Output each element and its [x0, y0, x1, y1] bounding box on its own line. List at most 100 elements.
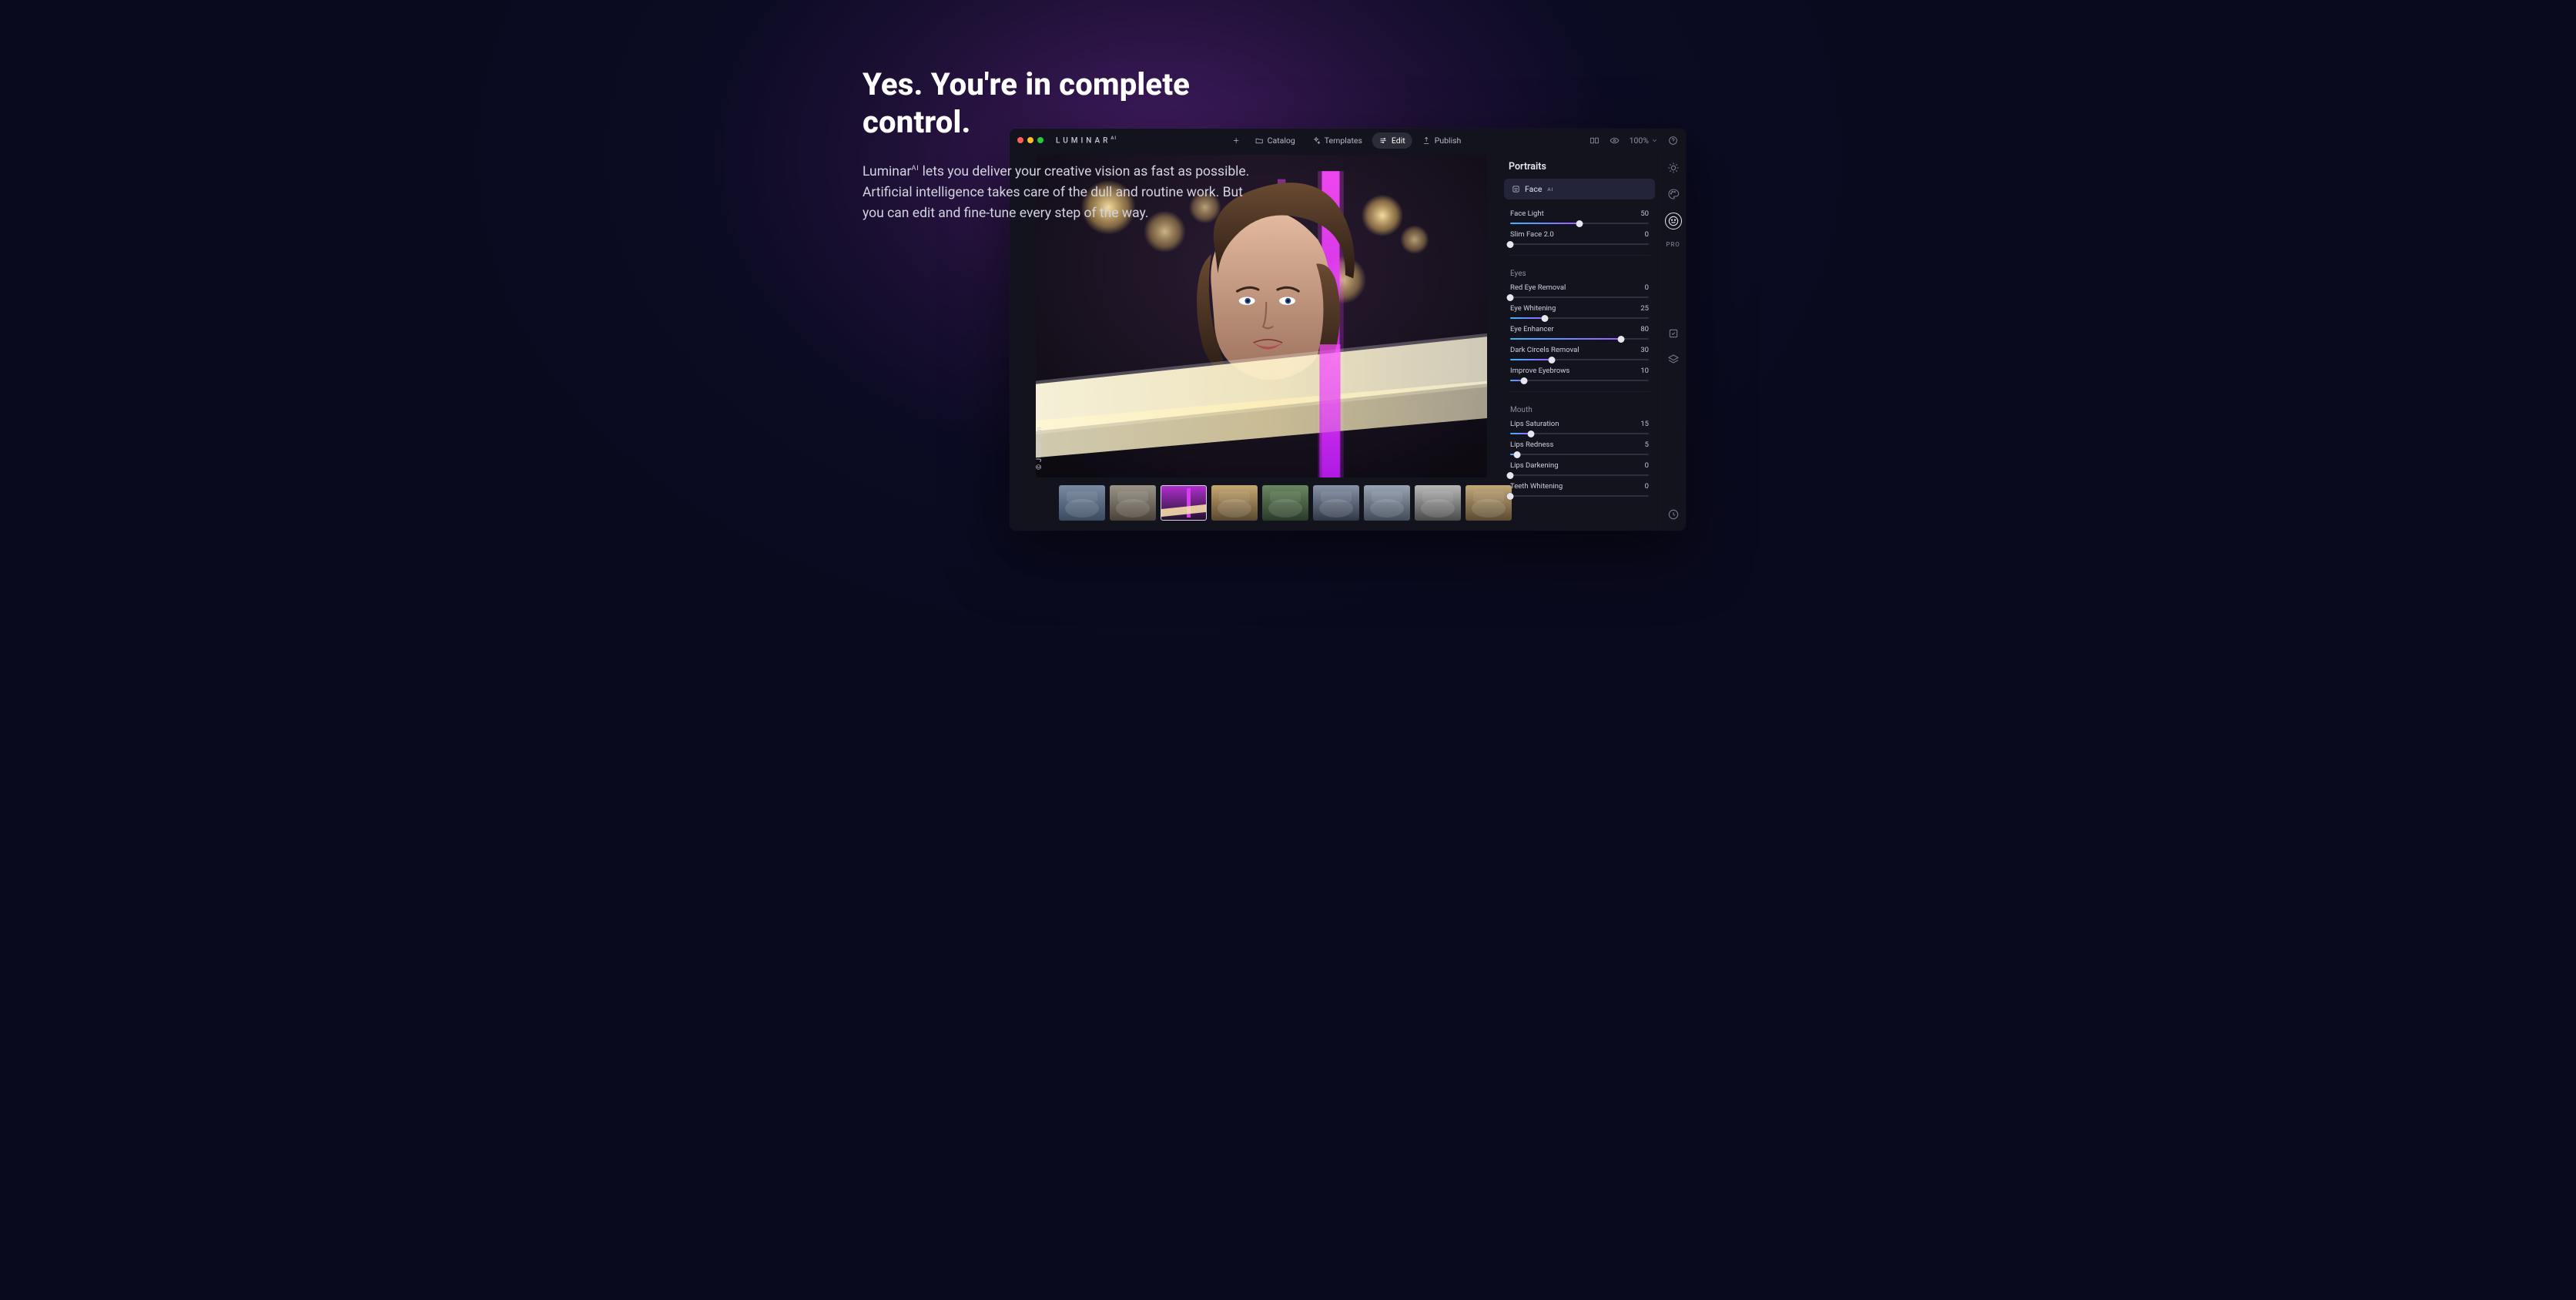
sliders-icon: [1379, 136, 1388, 145]
palette-icon: [1667, 188, 1680, 200]
panel-divider: [1509, 391, 1650, 392]
filmstrip-thumb[interactable]: [1262, 485, 1308, 521]
filmstrip-thumb[interactable]: [1110, 485, 1156, 521]
hero-text-block: Yes. You're in complete control. Luminar…: [863, 66, 1278, 224]
edit-panel: Portraits Face AI Face Light50Slim Face …: [1499, 152, 1660, 531]
slider-red-eye-removal[interactable]: Red Eye Removal0: [1507, 281, 1652, 302]
thumb-image: [1211, 485, 1258, 521]
thumb-image: [1059, 485, 1105, 521]
slider-label: Lips Darkening: [1510, 461, 1559, 470]
layers-icon: [1667, 353, 1680, 366]
rail-creative[interactable]: [1667, 187, 1680, 201]
slider-improve-eyebrows[interactable]: Improve Eyebrows10: [1507, 364, 1652, 385]
slider-label: Dark Circels Removal: [1510, 346, 1579, 354]
slider-track[interactable]: [1510, 219, 1649, 228]
filmstrip-thumb[interactable]: [1211, 485, 1258, 521]
mask-icon: [1667, 327, 1680, 340]
filmstrip-thumb[interactable]: [1466, 485, 1512, 521]
slider-knob[interactable]: [1514, 451, 1521, 458]
rail-portrait[interactable]: [1666, 213, 1681, 229]
slider-track[interactable]: [1510, 293, 1649, 302]
slider-track[interactable]: [1510, 355, 1649, 364]
slider-label: Teeth Whitening: [1510, 482, 1563, 491]
slider-lips-saturation[interactable]: Lips Saturation15: [1507, 417, 1652, 438]
sparkle-icon: [1312, 136, 1321, 145]
compare-toggle[interactable]: [1589, 135, 1600, 146]
slider-track[interactable]: [1510, 376, 1649, 385]
slider-track[interactable]: [1510, 429, 1649, 438]
filmstrip-thumb[interactable]: [1161, 485, 1207, 521]
help-icon: [1668, 136, 1678, 146]
history-icon: [1667, 508, 1680, 521]
rail-history[interactable]: [1667, 508, 1680, 521]
slider-value: 25: [1640, 304, 1649, 313]
slider-dark-circels-removal[interactable]: Dark Circels Removal 30: [1507, 343, 1652, 364]
slider-knob[interactable]: [1507, 294, 1514, 301]
slider-value: 30: [1640, 346, 1649, 354]
thumb-image: [1313, 485, 1359, 521]
hero-paragraph: LuminarAI lets you deliver your creative…: [863, 162, 1263, 224]
hero-title: Yes. You're in complete control.: [863, 66, 1278, 142]
slider-track[interactable]: [1510, 334, 1649, 343]
slider-eye-whitening[interactable]: Eye Whitening 25: [1507, 302, 1652, 323]
topbar-right: 100%: [1589, 135, 1678, 146]
preview-toggle[interactable]: [1610, 135, 1620, 146]
slider-label: Eye Whitening: [1510, 304, 1556, 313]
tool-sup: AI: [1547, 186, 1553, 193]
smile-icon: [1667, 215, 1680, 227]
nav-publish[interactable]: Publish: [1415, 132, 1469, 149]
nav-edit[interactable]: Edit: [1372, 132, 1412, 149]
filmstrip-thumb[interactable]: [1313, 485, 1359, 521]
slider-value: 10: [1640, 367, 1649, 375]
help-button[interactable]: [1667, 135, 1678, 146]
slider-face-light[interactable]: Face Light 50: [1507, 207, 1652, 228]
slider-track[interactable]: [1510, 491, 1649, 501]
slider-lips-darkening[interactable]: Lips Darkening 0: [1507, 459, 1652, 480]
slider-eye-enhancer[interactable]: Eye Enhancer80: [1507, 323, 1652, 343]
slider-knob[interactable]: [1542, 315, 1549, 322]
nav-templates[interactable]: Templates: [1305, 132, 1369, 149]
slider-track[interactable]: [1510, 313, 1649, 323]
slider-knob[interactable]: [1507, 472, 1514, 479]
slider-value: 0: [1645, 283, 1649, 292]
thumb-image: [1415, 485, 1461, 521]
slider-track[interactable]: [1510, 471, 1649, 480]
slider-knob[interactable]: [1507, 493, 1514, 500]
slider-knob[interactable]: [1618, 336, 1625, 343]
tool-face-ai[interactable]: Face AI: [1504, 179, 1655, 199]
slider-track[interactable]: [1510, 450, 1649, 459]
zoom-dropdown[interactable]: 100%: [1630, 136, 1658, 146]
rail-local-masking[interactable]: [1667, 327, 1680, 340]
rail-pro[interactable]: PRO: [1666, 241, 1680, 248]
slider-label: Lips Redness: [1510, 441, 1553, 449]
rail-essentials[interactable]: [1667, 161, 1680, 175]
zoom-value: 100%: [1630, 136, 1649, 146]
slider-label: Eye Enhancer: [1510, 325, 1554, 333]
section-label: Eyes: [1507, 262, 1652, 281]
slider-track[interactable]: [1510, 240, 1649, 249]
slider-knob[interactable]: [1528, 431, 1535, 437]
split-view-icon: [1589, 136, 1600, 146]
filmstrip-thumb[interactable]: [1364, 485, 1410, 521]
slider-label: Face Light: [1510, 209, 1544, 218]
slider-teeth-whitening[interactable]: Teeth Whitening 0: [1507, 480, 1652, 501]
image-credit: © Justin Lim: [1036, 427, 1043, 470]
slider-value: 0: [1645, 461, 1649, 470]
slider-knob[interactable]: [1549, 357, 1556, 364]
slider-value: 50: [1640, 209, 1649, 218]
slider-value: 0: [1645, 230, 1649, 239]
rail-layers[interactable]: [1667, 353, 1680, 367]
slider-slim-face-2-0[interactable]: Slim Face 2.0 0: [1507, 228, 1652, 249]
slider-value: 0: [1645, 482, 1649, 491]
slider-label: Lips Saturation: [1510, 420, 1559, 428]
slider-knob[interactable]: [1521, 377, 1528, 384]
filmstrip-thumb[interactable]: [1059, 485, 1105, 521]
export-icon: [1422, 136, 1431, 145]
nav-label: Templates: [1325, 136, 1362, 146]
slider-lips-redness[interactable]: Lips Redness5: [1507, 438, 1652, 459]
slider-knob[interactable]: [1507, 241, 1514, 248]
slider-label: Slim Face 2.0: [1510, 230, 1554, 239]
filmstrip-thumb[interactable]: [1415, 485, 1461, 521]
slider-knob[interactable]: [1576, 220, 1583, 227]
section-label: Mouth: [1507, 398, 1652, 417]
